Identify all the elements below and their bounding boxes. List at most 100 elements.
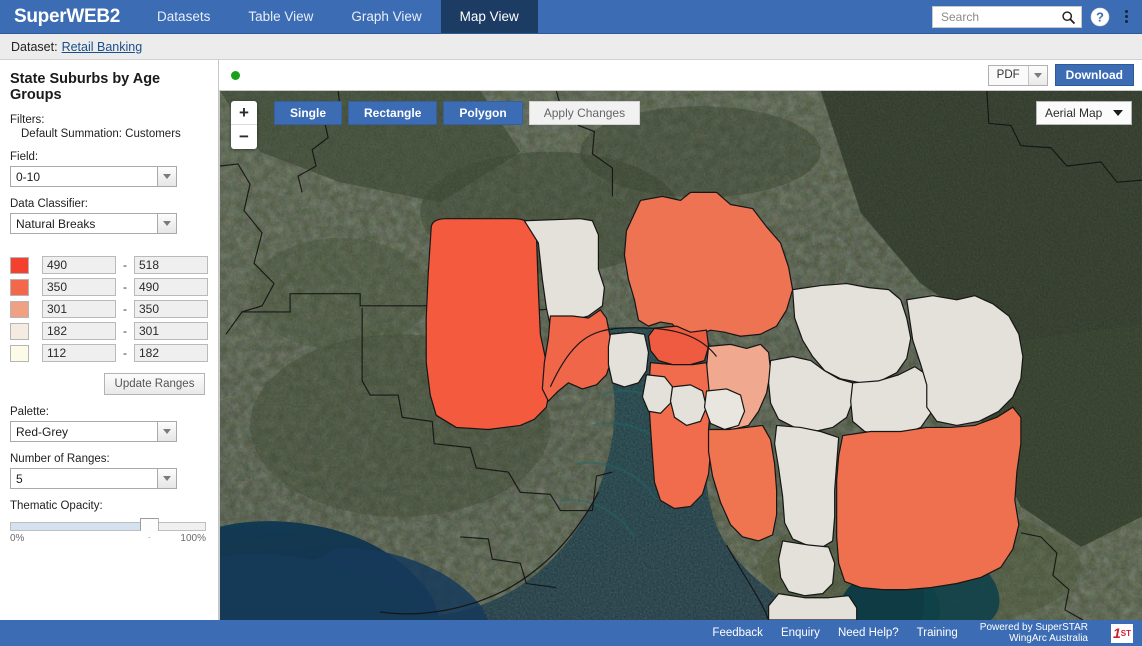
export-format-value: PDF <box>989 66 1028 85</box>
draw-tool-rectangle-button[interactable]: Rectangle <box>348 101 437 125</box>
draw-tool-single-button[interactable]: Single <box>274 101 342 125</box>
map-area: PDF Download <box>219 60 1142 620</box>
draw-tool-apply-changes-button[interactable]: Apply Changes <box>529 101 640 125</box>
range-color-swatch[interactable] <box>10 323 29 340</box>
map-canvas[interactable]: + − SingleRectanglePolygonApply Changes … <box>219 90 1142 620</box>
help-circle-icon[interactable]: ? <box>1090 7 1110 27</box>
search-box[interactable] <box>932 6 1082 28</box>
range-min-input[interactable] <box>42 278 116 296</box>
slider-fill <box>11 523 149 530</box>
search-icon[interactable] <box>1061 10 1076 25</box>
nav-tab-graph-view[interactable]: Graph View <box>332 0 440 33</box>
thematic-settings-panel: State Suburbs by Age Groups Filters: Def… <box>0 60 219 620</box>
basemap-select-value: Aerial Map <box>1045 106 1102 120</box>
zoom-in-button[interactable]: + <box>231 101 257 125</box>
chevron-down-icon <box>1034 73 1042 78</box>
chevron-down-icon <box>163 476 171 481</box>
field-select-value: 0-10 <box>11 170 40 184</box>
range-max-input[interactable] <box>134 344 208 362</box>
range-color-swatch[interactable] <box>10 301 29 318</box>
range-max-input[interactable] <box>134 278 208 296</box>
export-format-select[interactable]: PDF <box>988 65 1048 86</box>
dataset-name-link[interactable]: Retail Banking <box>62 40 143 54</box>
palette-select-button[interactable] <box>157 422 176 441</box>
status-green-dot-icon <box>231 71 240 80</box>
footer-link-need-help[interactable]: Need Help? <box>838 627 899 639</box>
range-color-swatch[interactable] <box>10 345 29 362</box>
region-frankston[interactable] <box>779 541 835 596</box>
aerial-basemap[interactable] <box>220 91 1142 620</box>
range-row: - <box>10 320 208 342</box>
basemap-select[interactable]: Aerial Map <box>1036 101 1132 125</box>
field-select[interactable]: 0-10 <box>10 166 177 187</box>
range-min-input[interactable] <box>42 256 116 274</box>
range-row: - <box>10 276 208 298</box>
powered-by-text: Powered by SuperSTAR WingArc Australia <box>980 622 1088 644</box>
slider-max-label: 100% <box>180 533 206 544</box>
zoom-out-button[interactable]: − <box>231 125 257 149</box>
export-format-button[interactable] <box>1028 66 1047 85</box>
range-separator: - <box>116 346 134 360</box>
slider-track[interactable] <box>10 522 206 531</box>
first-logo-icon: 1 ST <box>1111 624 1133 643</box>
range-max-input[interactable] <box>134 256 208 274</box>
region-boroondara[interactable] <box>705 389 745 430</box>
data-classifier-value: Natural Breaks <box>11 217 95 231</box>
range-separator: - <box>116 258 134 272</box>
footer-link-training[interactable]: Training <box>917 627 958 639</box>
field-label: Field: <box>10 151 208 163</box>
range-min-input[interactable] <box>42 344 116 362</box>
region-casey-cardinia[interactable] <box>837 407 1021 589</box>
range-min-input[interactable] <box>42 300 116 318</box>
data-classifier-button[interactable] <box>157 214 176 233</box>
footer-link-enquiry[interactable]: Enquiry <box>781 627 820 639</box>
powered-by-line-1: Powered by SuperSTAR <box>980 622 1088 633</box>
nav-right-controls: ? <box>932 0 1142 33</box>
footer-link-feedback[interactable]: Feedback <box>712 627 763 639</box>
download-button[interactable]: Download <box>1055 64 1134 86</box>
kebab-menu-icon[interactable] <box>1118 7 1134 27</box>
map-toolbar: PDF Download <box>219 60 1142 90</box>
search-input[interactable] <box>939 8 1057 26</box>
thematic-opacity-slider[interactable]: 0% 100% <box>10 522 206 544</box>
number-of-ranges-select[interactable]: 5 <box>10 468 177 489</box>
range-max-input[interactable] <box>134 322 208 340</box>
top-navigation-bar: SuperWEB2 Datasets Table View Graph View… <box>0 0 1142 34</box>
first-logo-suffix: ST <box>1121 629 1131 638</box>
panel-title: State Suburbs by Age Groups <box>10 71 208 103</box>
data-classifier-select[interactable]: Natural Breaks <box>10 213 177 234</box>
range-color-swatch[interactable] <box>10 257 29 274</box>
number-of-ranges-button[interactable] <box>157 469 176 488</box>
field-select-button[interactable] <box>157 167 176 186</box>
nav-tab-table-view[interactable]: Table View <box>229 0 332 33</box>
svg-text:?: ? <box>1096 9 1104 24</box>
range-row: - <box>10 342 208 364</box>
range-list: - - - - - <box>10 254 208 364</box>
range-separator: - <box>116 302 134 316</box>
nav-tab-datasets[interactable]: Datasets <box>138 0 229 33</box>
range-color-swatch[interactable] <box>10 279 29 296</box>
dataset-label: Dataset: <box>11 40 58 54</box>
chevron-down-icon <box>163 174 171 179</box>
region-mornington-peninsula[interactable] <box>769 594 857 620</box>
draw-tool-polygon-button[interactable]: Polygon <box>443 101 522 125</box>
palette-label: Palette: <box>10 406 208 418</box>
map-zoom-control[interactable]: + − <box>231 101 257 149</box>
first-logo-number: 1 <box>1113 626 1121 640</box>
range-min-input[interactable] <box>42 322 116 340</box>
main-body: State Suburbs by Age Groups Filters: Def… <box>0 60 1142 620</box>
application-window: SuperWEB2 Datasets Table View Graph View… <box>0 0 1142 646</box>
chevron-down-icon <box>1113 110 1123 116</box>
nav-tab-map-view[interactable]: Map View <box>441 0 538 33</box>
range-row: - <box>10 254 208 276</box>
map-draw-toolbar: SingleRectanglePolygon Apply Changes <box>274 101 640 125</box>
region-melton[interactable] <box>426 219 550 430</box>
palette-select[interactable]: Red-Grey <box>10 421 177 442</box>
range-separator: - <box>116 324 134 338</box>
filters-value: Default Summation: Customers <box>10 128 208 140</box>
range-max-input[interactable] <box>134 300 208 318</box>
update-ranges-button[interactable]: Update Ranges <box>104 373 205 395</box>
range-separator: - <box>116 280 134 294</box>
slider-end-labels: 0% 100% <box>10 533 206 544</box>
number-of-ranges-value: 5 <box>11 472 23 486</box>
